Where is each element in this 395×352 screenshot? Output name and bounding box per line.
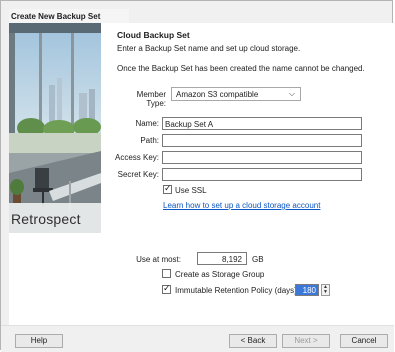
use-at-most-unit: GB xyxy=(252,255,264,264)
secret-key-label: Secret Key: xyxy=(117,170,159,179)
use-at-most-input[interactable]: 8,192 xyxy=(197,252,247,265)
back-button[interactable]: < Back xyxy=(229,334,277,348)
member-type-select[interactable]: Amazon S3 compatible ⌵ xyxy=(171,87,301,101)
immutable-retention-label: Immutable Retention Policy (days) xyxy=(175,286,297,295)
immutable-retention-checkbox[interactable]: ✓ xyxy=(162,283,171,294)
button-bar: Help < Back Next > Cancel xyxy=(1,325,394,352)
section-heading: Cloud Backup Set xyxy=(117,30,190,40)
path-input[interactable] xyxy=(162,134,362,147)
chevron-down-icon: ⌵ xyxy=(288,89,295,98)
office-illustration xyxy=(9,23,101,233)
member-type-label: Member Type: xyxy=(136,90,166,108)
checkmark-icon: ✓ xyxy=(163,283,171,293)
window-title-bar: Create New Backup Set xyxy=(9,9,129,23)
retention-days-input[interactable]: 180 xyxy=(295,284,319,296)
create-backup-set-window: Create New Backup Set Retrospect Cloud B… xyxy=(0,0,395,352)
storage-group-checkbox[interactable] xyxy=(162,269,171,278)
window-title: Create New Backup Set xyxy=(11,12,101,21)
name-input[interactable]: Backup Set A xyxy=(162,117,362,130)
help-button[interactable]: Help xyxy=(15,334,63,348)
description-line-2: Once the Backup Set has been created the… xyxy=(117,64,365,73)
next-button[interactable]: Next > xyxy=(282,334,330,348)
checkmark-icon: ✓ xyxy=(164,183,172,193)
cancel-button[interactable]: Cancel xyxy=(340,334,388,348)
use-at-most-label: Use at most: xyxy=(136,255,181,264)
stepper-down-icon[interactable]: ▼ xyxy=(322,290,329,295)
access-key-label: Access Key: xyxy=(114,153,159,162)
name-label: Name: xyxy=(135,119,159,128)
secret-key-input[interactable] xyxy=(162,168,362,181)
access-key-input[interactable] xyxy=(162,151,362,164)
member-type-value: Amazon S3 compatible xyxy=(176,90,259,99)
use-ssl-label: Use SSL xyxy=(175,186,207,195)
use-ssl-checkbox[interactable]: ✓ xyxy=(163,183,172,194)
side-illustration xyxy=(9,23,101,233)
cloud-storage-help-link[interactable]: Learn how to set up a cloud storage acco… xyxy=(163,201,320,210)
storage-group-label: Create as Storage Group xyxy=(175,270,265,279)
description-line-1: Enter a Backup Set name and set up cloud… xyxy=(117,44,301,53)
retrospect-logo-text: Retrospect xyxy=(11,211,81,227)
path-label: Path: xyxy=(140,136,159,145)
retention-days-stepper[interactable]: ▲ ▼ xyxy=(321,284,330,296)
